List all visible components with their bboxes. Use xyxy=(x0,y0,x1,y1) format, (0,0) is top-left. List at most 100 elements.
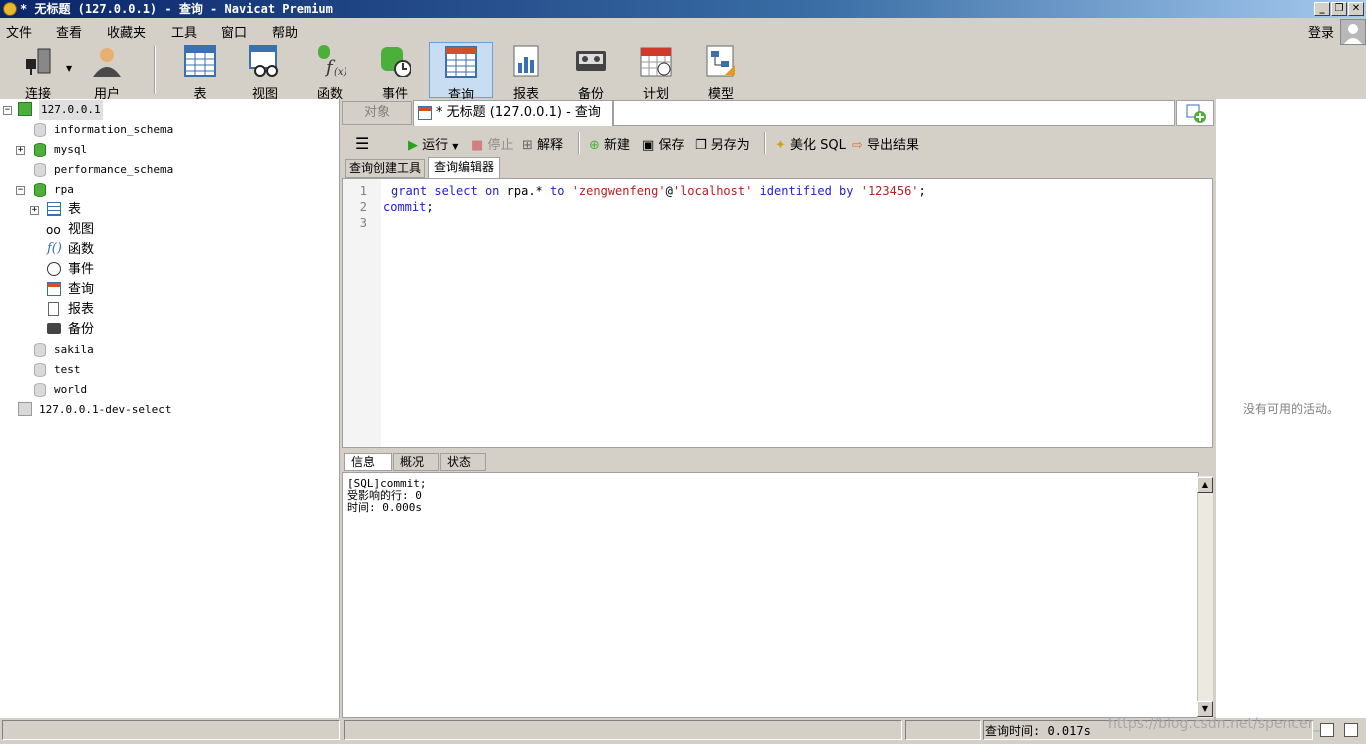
expand-icon[interactable]: + xyxy=(30,206,39,215)
tree-db-sakila[interactable]: sakila xyxy=(54,340,94,360)
connect-button[interactable]: 连接 xyxy=(6,42,70,102)
tree-db-information-schema[interactable]: information_schema xyxy=(54,120,173,140)
export-icon: ⇨ xyxy=(852,138,863,153)
database-icon xyxy=(34,143,46,157)
menu-favorites[interactable]: 收藏夹 xyxy=(107,22,146,41)
login-link[interactable]: 登录 xyxy=(1308,22,1334,41)
sql-keyword: to xyxy=(550,184,565,198)
sql-terminator: ; xyxy=(918,184,926,198)
minimize-button[interactable]: _ xyxy=(1314,2,1330,16)
collapse-icon[interactable]: − xyxy=(3,106,12,115)
menu-file[interactable]: 文件 xyxy=(6,22,32,41)
user-button[interactable]: 用户 xyxy=(75,42,139,102)
sql-string: 'localhost' xyxy=(672,184,753,198)
tree-rpa-functions[interactable]: 函数 xyxy=(68,240,94,260)
new-query-button[interactable]: ⊕ 新建 xyxy=(589,134,630,153)
status-pane xyxy=(344,720,902,740)
tree-db-performance-schema[interactable]: performance_schema xyxy=(54,160,173,180)
save-icon: ▣ xyxy=(642,138,655,153)
tree-connection-127-0-0-1[interactable]: 127.0.0.1 xyxy=(39,100,103,120)
query-button[interactable]: 查询 xyxy=(429,42,493,103)
code-line-1: grant select on rpa.* to 'zengwenfeng'@'… xyxy=(391,184,926,198)
new-icon: ⊕ xyxy=(589,138,600,153)
tree-db-rpa[interactable]: rpa xyxy=(54,180,74,200)
save-as-button[interactable]: ❐ 另存为 xyxy=(695,134,750,153)
stop-button[interactable]: ■ 停止 xyxy=(471,134,513,153)
beautify-sql-button[interactable]: ✦ 美化 SQL xyxy=(775,134,846,153)
app-icon xyxy=(3,2,17,16)
menu-bar xyxy=(0,18,1366,42)
menu-window[interactable]: 窗口 xyxy=(221,22,247,41)
menu-tools[interactable]: 工具 xyxy=(171,22,197,41)
code-line-2: commit; xyxy=(383,200,434,214)
model-button[interactable]: 模型 xyxy=(689,42,753,102)
tab-query-editor[interactable]: 查询编辑器 xyxy=(428,157,500,178)
query-icon xyxy=(47,282,61,296)
database-icon xyxy=(34,363,46,377)
tab-objects[interactable]: 对象 xyxy=(342,101,412,125)
tree-rpa-backups[interactable]: 备份 xyxy=(68,320,94,340)
tree-rpa-views[interactable]: 视图 xyxy=(68,220,94,240)
export-results-button[interactable]: ⇨ 导出结果 xyxy=(852,134,919,153)
tree-db-test[interactable]: test xyxy=(54,360,81,380)
database-icon xyxy=(34,123,46,137)
tab-query-builder[interactable]: 查询创建工具 xyxy=(345,159,425,178)
status-pane xyxy=(2,720,340,740)
sql-keyword: grant xyxy=(391,184,428,198)
table-icon xyxy=(47,202,61,216)
save-as-icon: ❐ xyxy=(695,138,707,153)
save-button[interactable]: ▣ 保存 xyxy=(642,134,684,153)
collapse-icon[interactable]: − xyxy=(16,186,25,195)
scroll-down-button[interactable]: ▼ xyxy=(1197,701,1213,717)
status-pane xyxy=(905,720,981,740)
function-button[interactable]: f(x) 函数 xyxy=(298,42,362,102)
tree-rpa-reports[interactable]: 报表 xyxy=(68,300,94,320)
function-icon: f() xyxy=(47,241,62,256)
new-tab-button[interactable] xyxy=(1176,100,1214,126)
view-icon xyxy=(249,45,281,77)
message-line: 时间: 0.000s xyxy=(347,501,422,514)
tree-connection-dev-select[interactable]: 127.0.0.1-dev-select xyxy=(39,400,171,420)
connect-dropdown-icon[interactable]: ▼ xyxy=(66,64,72,73)
report-icon xyxy=(510,45,542,77)
sql-keyword: on xyxy=(484,184,500,198)
backup-icon xyxy=(575,45,607,77)
tree-rpa-events[interactable]: 事件 xyxy=(68,260,94,280)
restore-button[interactable]: ❐ xyxy=(1331,2,1347,16)
scroll-up-button[interactable]: ▲ xyxy=(1197,477,1213,493)
explain-button[interactable]: ⊞ 解释 xyxy=(522,134,563,153)
sql-string: 'zengwenfeng' xyxy=(571,184,666,198)
stop-icon: ■ xyxy=(471,138,484,153)
menu-view[interactable]: 查看 xyxy=(56,22,82,41)
query-icon xyxy=(445,46,477,78)
tab-query[interactable]: * 无标题 (127.0.0.1) - 查询 xyxy=(413,100,613,126)
editor-results-splitter[interactable] xyxy=(342,448,1215,452)
chevron-down-icon: ▼ xyxy=(452,142,459,151)
run-button[interactable]: ▶ 运行 ▼ xyxy=(408,134,458,153)
expand-icon[interactable]: + xyxy=(16,146,25,155)
report-button[interactable]: 报表 xyxy=(494,42,558,102)
tree-rpa-queries[interactable]: 查询 xyxy=(68,280,94,300)
tab-strip-empty xyxy=(613,100,1175,126)
tab-profile[interactable]: 概况 xyxy=(393,453,439,471)
tab-status[interactable]: 状态 xyxy=(440,453,486,471)
tree-rpa-tables[interactable]: 表 xyxy=(68,200,81,220)
tab-info[interactable]: 信息 xyxy=(344,453,392,471)
close-button[interactable]: ✕ xyxy=(1348,2,1364,16)
table-button[interactable]: 表 xyxy=(168,42,232,102)
sql-editor[interactable] xyxy=(342,178,1213,448)
backup-button[interactable]: 备份 xyxy=(559,42,623,102)
tree-db-world[interactable]: world xyxy=(54,380,87,400)
event-button[interactable]: 事件 xyxy=(363,42,427,102)
connection-icon xyxy=(18,402,32,416)
sql-identifier: rpa.* xyxy=(506,184,543,198)
view-button[interactable]: 视图 xyxy=(233,42,297,102)
model-icon xyxy=(705,45,737,77)
vertical-scrollbar[interactable] xyxy=(1197,476,1213,718)
tree-db-mysql[interactable]: mysql xyxy=(54,140,87,160)
hamburger-menu-icon[interactable]: ☰ xyxy=(355,134,369,153)
layout-toggle-icon[interactable] xyxy=(1320,723,1334,737)
schedule-button[interactable]: 计划 xyxy=(624,42,688,102)
menu-help[interactable]: 帮助 xyxy=(272,22,298,41)
panel-toggle-icon[interactable] xyxy=(1344,723,1358,737)
